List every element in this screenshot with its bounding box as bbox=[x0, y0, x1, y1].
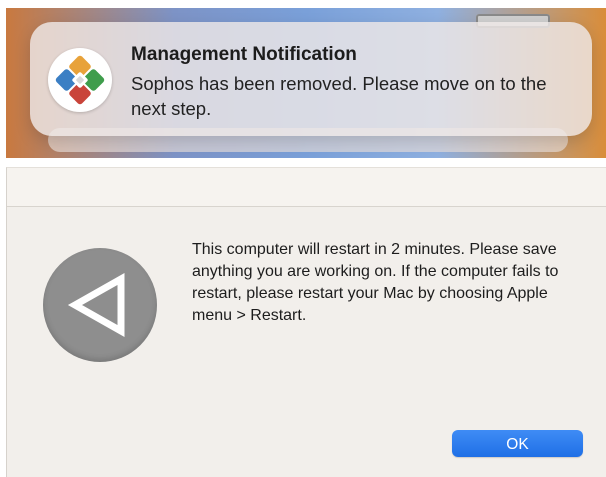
notification-body: Sophos has been removed. Please move on … bbox=[131, 73, 547, 119]
screenshot-frame: Management Notification Sophos has been … bbox=[0, 0, 606, 477]
restart-triangle-icon bbox=[43, 248, 157, 362]
desktop-background: Management Notification Sophos has been … bbox=[6, 8, 606, 158]
dialog-message: This computer will restart in 2 minutes.… bbox=[192, 241, 559, 324]
ok-button[interactable]: OK bbox=[452, 430, 583, 457]
notification-banner[interactable]: Management Notification Sophos has been … bbox=[30, 22, 592, 136]
dialog-titlebar bbox=[7, 168, 606, 207]
notification-title: Management Notification bbox=[131, 44, 357, 65]
self-service-app-icon bbox=[48, 48, 112, 112]
restart-dialog: This computer will restart in 2 minutes.… bbox=[6, 167, 606, 477]
